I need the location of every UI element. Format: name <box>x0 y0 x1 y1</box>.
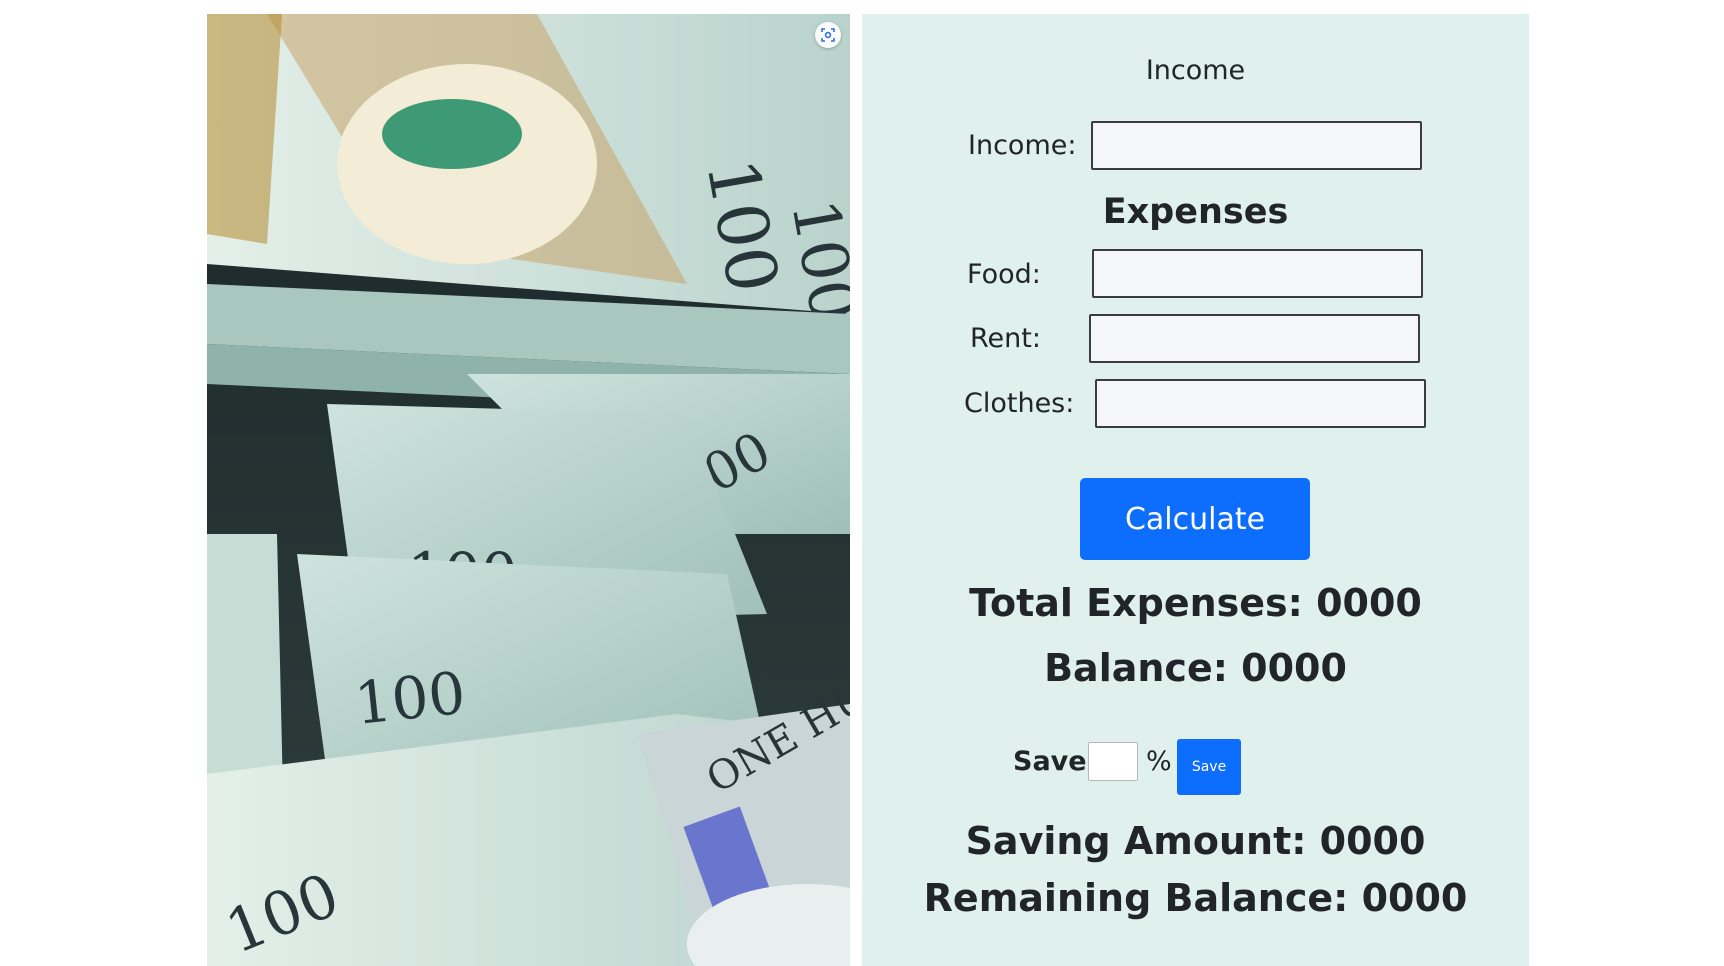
income-heading: Income <box>1145 55 1246 86</box>
saving-amount-text: Saving Amount: 0000 <box>965 819 1426 863</box>
save-button[interactable]: Save <box>1177 739 1241 795</box>
money-photo: 100 100 100 100 100 100 ONE HUNDRED <box>207 14 850 966</box>
percent-sign: % <box>1146 746 1172 777</box>
save-label: Save: <box>1013 746 1098 777</box>
total-expenses-text: Total Expenses: 0000 <box>969 581 1422 625</box>
calculate-button[interactable]: Calculate <box>1080 478 1310 560</box>
svg-text:100: 100 <box>351 659 468 738</box>
income-input[interactable] <box>1091 121 1422 170</box>
clothes-input[interactable] <box>1095 379 1426 428</box>
budget-form-panel: Income Income: Expenses Food: Rent: Clot… <box>862 14 1529 966</box>
page: 100 100 100 100 100 100 ONE HUNDRED <box>0 0 1724 966</box>
food-input[interactable] <box>1092 249 1423 298</box>
visual-search-icon[interactable] <box>815 22 841 48</box>
income-label: Income: <box>968 130 1077 161</box>
save-percent-input[interactable] <box>1088 742 1138 781</box>
expenses-heading: Expenses <box>1102 192 1289 232</box>
rent-label: Rent: <box>970 323 1041 354</box>
food-label: Food: <box>967 259 1041 290</box>
rent-input[interactable] <box>1089 314 1420 363</box>
clothes-label: Clothes: <box>964 388 1075 419</box>
remaining-balance-text: Remaining Balance: 0000 <box>923 876 1468 920</box>
balance-text: Balance: 0000 <box>1044 646 1347 690</box>
